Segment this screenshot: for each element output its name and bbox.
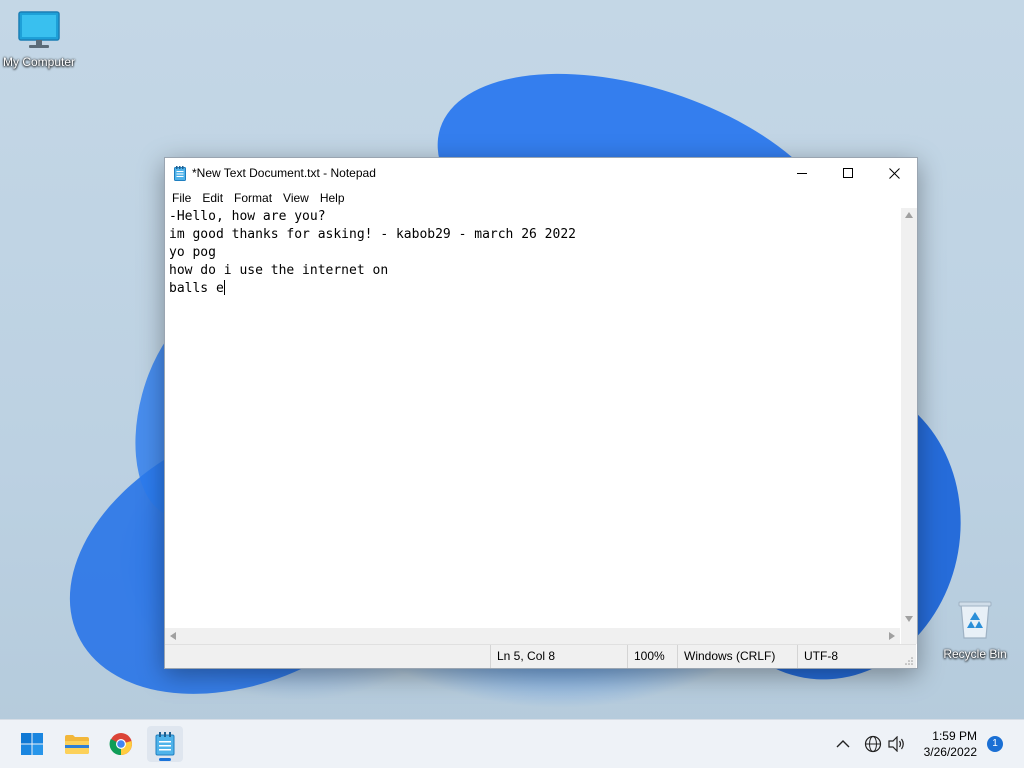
status-zoom: 100%: [627, 645, 678, 668]
menu-help[interactable]: Help: [315, 191, 350, 205]
clock-date: 3/26/2022: [923, 745, 977, 759]
text-line: -Hello, how are you?: [169, 209, 326, 224]
menu-file[interactable]: File: [167, 191, 196, 205]
desktop-icon-my-computer[interactable]: My Computer: [0, 10, 78, 69]
status-encoding: UTF-8: [797, 645, 914, 668]
notification-badge[interactable]: 1: [987, 736, 1003, 752]
scroll-down-arrow-icon[interactable]: [905, 616, 913, 622]
taskbar-file-explorer[interactable]: [59, 726, 95, 762]
clock-time: 1:59 PM: [932, 729, 977, 743]
desktop-icon-recycle-bin[interactable]: Recycle Bin: [936, 598, 1014, 661]
taskbar: 1:59 PM 3/26/2022 1: [0, 719, 1024, 768]
desktop-icon-label: Recycle Bin: [943, 647, 1007, 661]
scroll-up-arrow-icon[interactable]: [905, 212, 913, 218]
minimize-icon: [797, 173, 807, 174]
chevron-up-icon[interactable]: [836, 739, 850, 749]
menu-bar: File Edit Format View Help: [165, 188, 917, 208]
recycle-bin-icon: [958, 601, 992, 639]
text-line: yo pog: [169, 245, 216, 260]
notepad-window: *New Text Document.txt - Notepad File Ed…: [164, 157, 918, 669]
menu-format[interactable]: Format: [229, 191, 277, 205]
title-bar[interactable]: *New Text Document.txt - Notepad: [165, 158, 917, 188]
windows-logo-icon: [21, 733, 43, 755]
notepad-icon: [174, 165, 186, 181]
status-bar: Ln 5, Col 8 100% Windows (CRLF) UTF-8: [165, 644, 916, 668]
chrome-icon: [109, 733, 132, 756]
maximize-button[interactable]: [825, 158, 871, 188]
clock[interactable]: 1:59 PM 3/26/2022: [924, 728, 977, 760]
menu-edit[interactable]: Edit: [197, 191, 228, 205]
notepad-icon: [155, 732, 175, 756]
start-button[interactable]: [14, 726, 50, 762]
menu-view[interactable]: View: [278, 191, 314, 205]
speaker-icon[interactable]: [888, 736, 906, 752]
close-button[interactable]: [871, 158, 917, 188]
window-title: *New Text Document.txt - Notepad: [192, 166, 376, 180]
text-editor-area[interactable]: -Hello, how are you? im good thanks for …: [165, 208, 900, 628]
maximize-icon: [843, 168, 853, 178]
minimize-button[interactable]: [779, 158, 825, 188]
network-globe-icon[interactable]: [864, 735, 882, 753]
taskbar-notepad[interactable]: [147, 726, 183, 762]
taskbar-chrome[interactable]: [103, 726, 139, 762]
system-tray: [836, 720, 906, 768]
resize-grip-icon[interactable]: [904, 656, 914, 666]
close-icon: [888, 167, 900, 179]
monitor-icon: [18, 11, 60, 48]
text-cursor: [223, 280, 225, 295]
scroll-left-arrow-icon[interactable]: [170, 632, 176, 640]
scrollbar-corner: [901, 628, 917, 644]
folder-icon: [65, 735, 89, 754]
desktop-icon-label: My Computer: [2, 55, 76, 69]
text-line: im good thanks for asking! - kabob29 - m…: [169, 227, 576, 242]
text-line: how do i use the internet on: [169, 263, 389, 278]
status-position: Ln 5, Col 8: [490, 645, 625, 668]
scroll-right-arrow-icon[interactable]: [889, 632, 895, 640]
horizontal-scrollbar[interactable]: [165, 628, 900, 644]
text-line-current: balls e: [165, 280, 900, 298]
text-line-content: balls e: [169, 281, 224, 296]
status-line-ending: Windows (CRLF): [677, 645, 796, 668]
vertical-scrollbar[interactable]: [901, 208, 917, 628]
